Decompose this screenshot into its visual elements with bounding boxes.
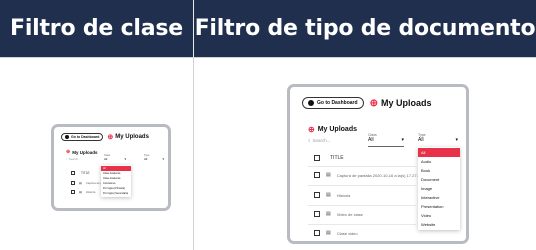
search-input[interactable]: ⌕ Search... — [308, 138, 331, 143]
dropdown-option[interactable]: Document — [418, 175, 460, 184]
go-to-dashboard-button[interactable]: Go to Dashboard — [302, 97, 364, 109]
go-to-dashboard-button[interactable]: Go to Dashboard — [61, 133, 104, 141]
row-divider — [308, 185, 416, 186]
document-icon: ▤ — [326, 211, 331, 217]
row-title: Captura de pantalla 2020-10-16 a la(s) 1… — [336, 172, 423, 178]
dropdown-option[interactable]: Book — [418, 166, 460, 175]
chevron-down-icon: ▾ — [162, 157, 164, 161]
class-filter-value: All — [104, 157, 108, 161]
table-row[interactable]: ▤ Clase video — [314, 230, 358, 236]
title-column-header: TITLE — [330, 155, 344, 161]
row-divider — [308, 166, 416, 167]
dropdown-option[interactable]: Website — [418, 220, 460, 229]
comparison-table: Filtro de clase Filtro de tipo de docume… — [0, 0, 536, 250]
search-placeholder: Search... — [68, 157, 81, 161]
table-header-row: Filtro de clase Filtro de tipo de docume… — [0, 0, 536, 57]
class-filter-screenshot: Go to Dashboard ⊕ My Uploads ⊕ My Upload… — [51, 124, 171, 211]
document-icon: ▤ — [326, 192, 331, 198]
row-divider — [308, 224, 416, 225]
row-checkbox[interactable] — [71, 181, 75, 185]
dropdown-option[interactable]: Interactive — [418, 193, 460, 202]
class-filter-select[interactable]: Class All ▾ — [368, 133, 404, 147]
chevron-down-icon: ▾ — [455, 137, 458, 143]
row-checkbox[interactable] — [314, 230, 320, 236]
document-icon: ▤ — [79, 181, 82, 185]
section-title: ⊕ My Uploads — [66, 149, 97, 155]
row-divider — [308, 205, 416, 206]
row-title: Historia — [85, 190, 96, 194]
section-title-text: My Uploads — [317, 126, 357, 133]
document-icon: ▤ — [326, 230, 331, 236]
row-checkbox[interactable] — [314, 211, 320, 217]
dropdown-option[interactable]: All — [418, 148, 460, 157]
dropdown-option[interactable]: Presentation — [418, 202, 460, 211]
document-icon: ▤ — [326, 172, 331, 178]
row-checkbox[interactable] — [314, 192, 320, 198]
upload-icon: ⊕ — [66, 149, 71, 155]
table-row[interactable]: ▤ Historia — [71, 190, 95, 194]
class-filter-value: All — [368, 137, 374, 143]
chevron-down-icon: ▾ — [401, 137, 404, 143]
table-row[interactable]: ▤ Historia — [314, 192, 350, 198]
search-placeholder: Search... — [312, 138, 331, 143]
row-checkbox[interactable] — [314, 172, 320, 178]
section-title: ⊕ My Uploads — [308, 125, 357, 134]
class-filter-dropdown: All Clase Academia Clase Academia Comisi… — [101, 165, 131, 197]
table-header: TITLE — [71, 171, 90, 175]
type-filter-dropdown: All Audio Book Document Image Interactiv… — [418, 147, 460, 230]
dashboard-dot-icon — [308, 100, 314, 106]
class-filter-select[interactable]: Class All ▾ — [104, 154, 126, 162]
document-icon: ▤ — [79, 190, 82, 194]
class-filter-underline — [368, 146, 404, 147]
section-title-text: My Uploads — [72, 149, 98, 155]
table-row[interactable]: ▤ Video de clase — [314, 211, 363, 217]
search-icon: ⌕ — [308, 138, 311, 143]
type-filter-value: All — [144, 157, 148, 161]
chevron-down-icon: ▾ — [124, 157, 126, 161]
dropdown-option[interactable]: Por Ingles (Secundaria) — [101, 191, 131, 196]
dropdown-option[interactable]: Image — [418, 184, 460, 193]
row-title: Video de clase — [336, 211, 363, 217]
dropdown-option[interactable]: Video — [418, 211, 460, 220]
header-document-type-filter: Filtro de tipo de documento — [194, 16, 536, 41]
header-class-filter: Filtro de clase — [9, 16, 184, 41]
title-column-header: TITLE — [81, 171, 90, 175]
document-type-filter-screenshot: Go to Dashboard ⊕ My Uploads ⊕ My Upload… — [287, 84, 469, 244]
search-icon: ⌕ — [66, 157, 68, 161]
column-divider — [193, 57, 194, 250]
page-title: My Uploads — [380, 98, 432, 108]
go-to-dashboard-label: Go to Dashboard — [317, 100, 358, 106]
table-row[interactable]: ▤ Captura de pantalla 2020-10-16 a la(s)… — [314, 172, 422, 178]
table-header: TITLE — [314, 155, 344, 161]
upload-icon: ⊕ — [107, 134, 114, 141]
upload-icon: ⊕ — [308, 125, 315, 134]
row-checkbox[interactable] — [71, 190, 75, 194]
select-all-checkbox[interactable] — [314, 155, 320, 161]
dashboard-dot-icon — [65, 135, 69, 139]
search-input[interactable]: ⌕ Search... — [66, 157, 81, 161]
upload-icon: ⊕ — [369, 97, 378, 109]
dropdown-option[interactable]: Audio — [418, 157, 460, 166]
select-all-checkbox[interactable] — [71, 171, 75, 175]
go-to-dashboard-label: Go to Dashboard — [71, 135, 100, 139]
type-filter-select[interactable]: Type All ▾ — [418, 133, 458, 146]
row-title: Clase video — [336, 230, 358, 236]
page-title: My Uploads — [115, 134, 149, 140]
type-filter-value: All — [418, 137, 424, 143]
row-title: Historia — [336, 192, 351, 198]
type-filter-select[interactable]: Type All ▾ — [144, 154, 164, 162]
